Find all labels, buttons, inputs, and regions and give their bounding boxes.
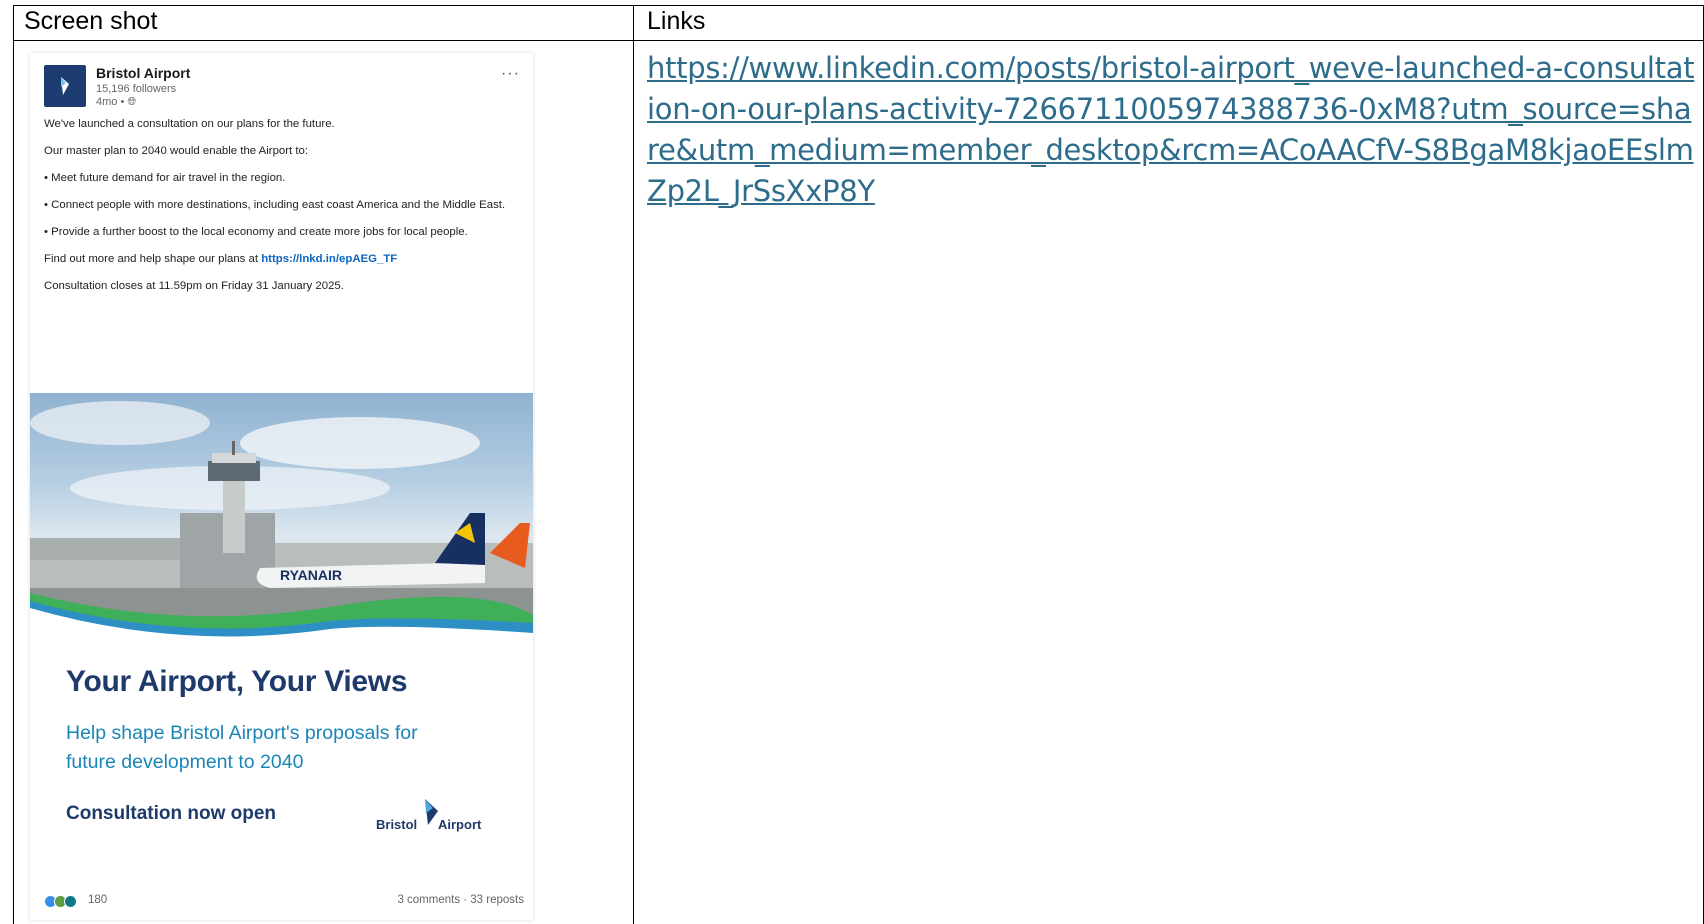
- post-paragraph: Consultation closes at 11.59pm on Friday…: [44, 280, 344, 292]
- company-name[interactable]: Bristol Airport: [96, 65, 190, 81]
- post-paragraph: We've launched a consultation on our pla…: [44, 118, 335, 130]
- screenshot-column-header: Screen shot: [24, 7, 158, 35]
- find-out-text: Find out more and help shape our plans a…: [44, 253, 259, 265]
- links-column-header: Links: [647, 7, 706, 35]
- promo-subtitle: Help shape Bristol Airport's proposals f…: [66, 722, 418, 773]
- globe-icon: 🌐︎: [127, 96, 137, 108]
- reaction-count: 180: [88, 894, 108, 906]
- linkedin-post-screenshot: Bristol Airport 15,196 followers 4mo • 🌐…: [30, 53, 533, 920]
- post-paragraph-link: Find out more and help shape our plans a…: [44, 252, 519, 267]
- promo-title: Your Airport, Your Views: [66, 665, 408, 698]
- post-body: We've launched a consultation on our pla…: [44, 117, 519, 306]
- post-paragraph: • Provide a further boost to the local e…: [44, 226, 468, 238]
- post-paragraph: • Connect people with more destinations,…: [44, 199, 506, 211]
- bristol-airport-logo-icon: [61, 77, 69, 95]
- airport-photo[interactable]: RYANAIR: [30, 393, 533, 655]
- post-header: Bristol Airport 15,196 followers 4mo • 🌐…: [44, 63, 524, 113]
- promo-call-to-action: Consultation now open: [66, 803, 277, 824]
- post-footer: 180 3 comments · 33 reposts: [44, 893, 524, 913]
- company-logo[interactable]: [44, 65, 86, 107]
- post-stats[interactable]: 3 comments · 33 reposts: [397, 894, 524, 906]
- bristol-airport-brand: Bristol Airport: [376, 793, 486, 837]
- post-paragraph: • Meet future demand for air travel in t…: [44, 172, 286, 184]
- post-time: 4mo • 🌐︎: [96, 96, 136, 109]
- post-time-text: 4mo •: [96, 96, 125, 108]
- table-top-border: [13, 5, 1704, 6]
- header-row-border: [13, 40, 1704, 41]
- table-left-border: [13, 5, 14, 924]
- ryanair-livery-text: RYANAIR: [280, 567, 342, 583]
- post-paragraph: Our master plan to 2040 would enable the…: [44, 145, 309, 157]
- support-reaction-icon: [64, 895, 77, 908]
- promo-banner: Your Airport, Your Views Help shape Bris…: [30, 653, 533, 853]
- post-short-link[interactable]: https://lnkd.in/epAEG_TF: [261, 253, 397, 265]
- follower-count: 15,196 followers: [96, 83, 177, 95]
- linkedin-post-url[interactable]: https://www.linkedin.com/posts/bristol-a…: [647, 48, 1697, 212]
- more-dots-icon[interactable]: ···: [501, 65, 520, 83]
- brand-word-right: Airport: [438, 817, 482, 832]
- brand-word-left: Bristol: [376, 817, 418, 832]
- airport-scene-image: RYANAIR: [30, 401, 533, 655]
- column-divider: [633, 5, 634, 924]
